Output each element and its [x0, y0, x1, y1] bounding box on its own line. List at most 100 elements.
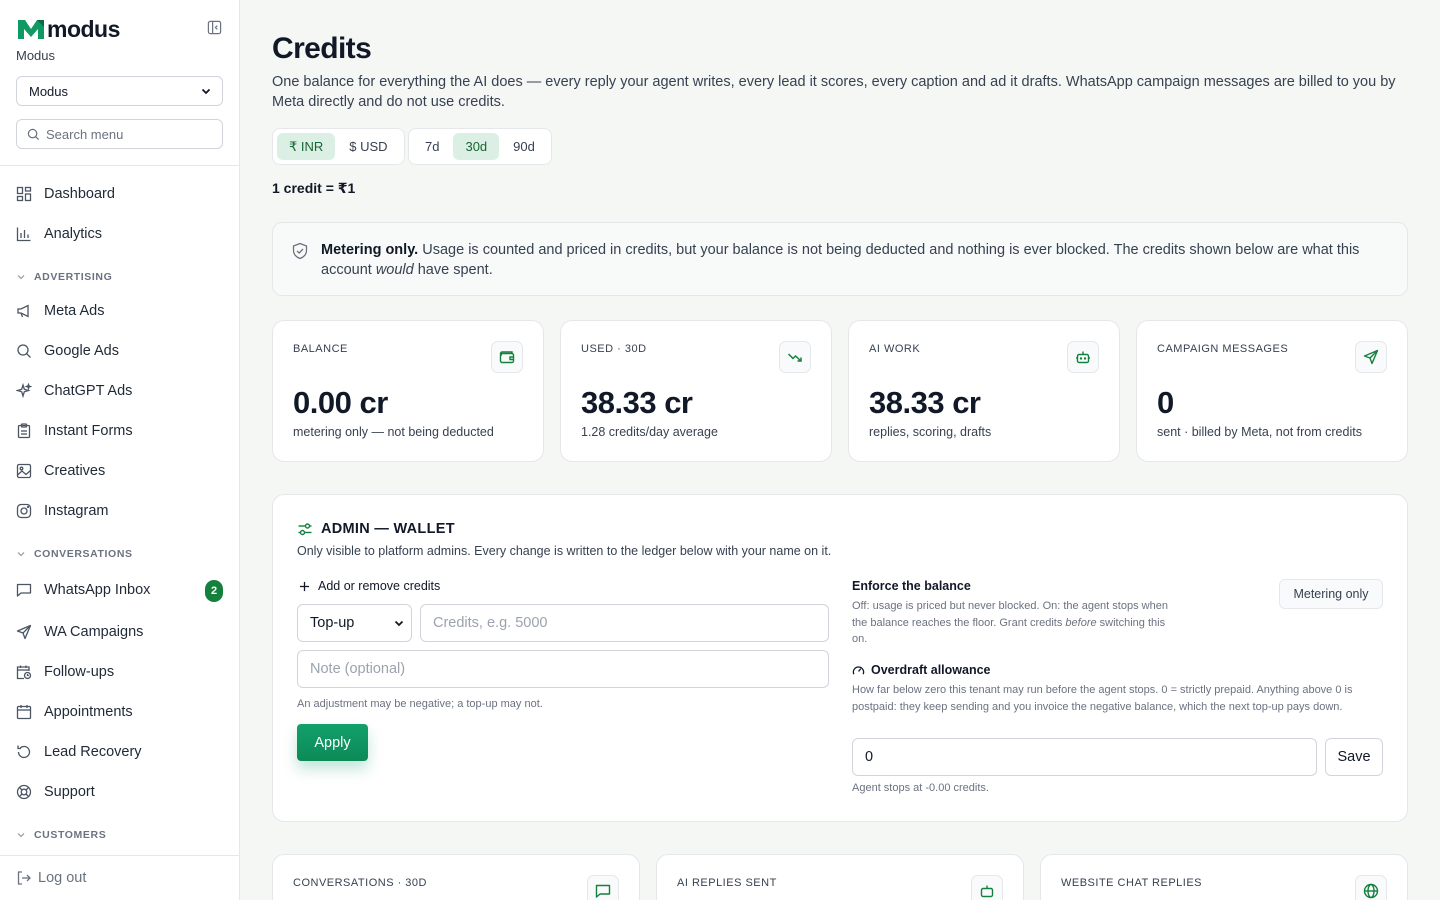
stat-card-website-chat: WEBSITE CHAT REPLIES — [1040, 854, 1408, 900]
credit-rate: 1 credit = ₹1 — [272, 180, 356, 196]
chevron-down-icon — [17, 275, 25, 280]
org-select[interactable]: Modus — [16, 76, 223, 106]
chevron-down-icon — [17, 833, 25, 838]
stat-subtitle: sent · billed by Meta, not from credits — [1157, 425, 1362, 439]
metering-only-toggle[interactable]: Metering only — [1279, 579, 1383, 609]
notice-text: Metering only. Usage is counted and pric… — [321, 240, 1381, 280]
logout-button[interactable]: Log out — [16, 866, 86, 890]
calendar-clock-icon — [16, 665, 32, 680]
sparkles-icon — [16, 383, 32, 399]
modus-logo-icon — [18, 20, 44, 39]
sidebar-divider — [0, 855, 239, 856]
sidebar-item-analytics[interactable]: Analytics — [16, 219, 223, 249]
sidebar-item-label: Creatives — [44, 463, 106, 479]
sidebar-item-lead-recovery[interactable]: Lead Recovery — [16, 737, 223, 767]
collapse-sidebar-icon[interactable] — [207, 20, 222, 35]
currency-usd-button[interactable]: $ USD — [337, 133, 399, 160]
sliders-icon — [298, 523, 312, 536]
search-menu[interactable] — [16, 119, 223, 149]
currency-inr-button[interactable]: ₹ INR — [277, 133, 336, 160]
metering-notice: Metering only. Usage is counted and pric… — [272, 222, 1408, 296]
stat-value: 0.00 cr — [293, 385, 388, 420]
sidebar-item-wa-campaigns[interactable]: WA Campaigns — [16, 617, 223, 647]
stat-label: CONVERSATIONS · 30D — [293, 877, 427, 889]
credits-amount-input[interactable] — [420, 604, 829, 642]
stat-value: 38.33 cr — [581, 385, 693, 420]
sidebar-item-meta-ads[interactable]: Meta Ads — [16, 296, 223, 326]
sidebar-item-creatives[interactable]: Creatives — [16, 456, 223, 486]
add-remove-label: Add or remove credits — [318, 579, 441, 593]
sidebar-item-google-ads[interactable]: Google Ads — [16, 336, 223, 366]
life-buoy-icon — [16, 784, 32, 800]
sidebar-item-label: Dashboard — [44, 186, 115, 202]
stat-value: 38.33 cr — [869, 385, 981, 420]
enforce-balance-description: Off: usage is priced but never blocked. … — [852, 598, 1172, 648]
wallet-header: ADMIN — WALLET — [297, 521, 455, 537]
sidebar-item-label: Meta Ads — [44, 303, 105, 319]
brand-logo[interactable]: modus — [16, 16, 120, 42]
stat-subtitle: metering only — not being deducted — [293, 425, 494, 439]
agent-stops-hint: Agent stops at -0.00 credits. — [852, 782, 989, 794]
stat-card-ai-work: AI WORK 38.33 cr replies, scoring, draft… — [848, 320, 1120, 462]
org-select-value: Modus — [29, 83, 69, 99]
sidebar-item-label: WhatsApp Inbox — [44, 582, 151, 598]
sidebar-item-label: Follow-ups — [44, 664, 115, 680]
stat-label: CAMPAIGN MESSAGES — [1157, 343, 1289, 355]
sidebar-section-conversations[interactable]: CONVERSATIONS — [16, 546, 133, 562]
send-icon — [16, 624, 32, 640]
adjustment-type-select[interactable]: Top-up — [297, 604, 412, 642]
section-label: CONVERSATIONS — [34, 548, 133, 560]
wallet-title: ADMIN — WALLET — [321, 521, 455, 537]
sidebar-item-support[interactable]: Support — [16, 777, 223, 807]
page-title: Credits — [272, 32, 372, 65]
enforce-balance-title: Enforce the balance — [852, 579, 971, 593]
page-description: One balance for everything the AI does —… — [272, 74, 1396, 110]
sidebar-item-follow-ups[interactable]: Follow-ups — [16, 657, 223, 687]
range-30d-button[interactable]: 30d — [453, 133, 500, 160]
sidebar-item-instagram[interactable]: Instagram — [16, 496, 223, 526]
message-square-icon — [16, 583, 32, 597]
stat-card-campaign-messages: CAMPAIGN MESSAGES 0 sent · billed by Met… — [1136, 320, 1408, 462]
stat-card-used: USED · 30D 38.33 cr 1.28 credits/day ave… — [560, 320, 832, 462]
sidebar-item-chatgpt-ads[interactable]: ChatGPT Ads — [16, 376, 223, 406]
dashboard-icon — [16, 186, 32, 202]
admin-wallet-panel: ADMIN — WALLET Only visible to platform … — [272, 494, 1408, 822]
notice-part-2: have spent. — [413, 262, 493, 278]
megaphone-icon — [17, 304, 29, 318]
sidebar-item-label: WA Campaigns — [44, 624, 144, 640]
chevron-down-icon — [17, 552, 25, 557]
section-label: ADVERTISING — [34, 271, 113, 283]
sidebar-item-label: Instagram — [44, 503, 109, 519]
note-input[interactable] — [297, 650, 829, 688]
plus-icon — [299, 581, 310, 591]
overdraft-input[interactable] — [852, 738, 1317, 776]
wallet-description: Only visible to platform admins. Every c… — [297, 544, 832, 558]
apply-button[interactable]: Apply — [297, 724, 368, 761]
add-remove-credits-title: Add or remove credits — [299, 579, 440, 593]
trending-down-icon — [779, 341, 811, 373]
clipboard-icon — [17, 423, 31, 439]
search-icon — [17, 344, 31, 358]
range-toggle: 7d 30d 90d — [408, 128, 552, 165]
stat-card-conversations: CONVERSATIONS · 30D — [272, 854, 640, 900]
sidebar-item-instant-forms[interactable]: Instant Forms — [16, 416, 223, 446]
message-square-icon — [587, 875, 619, 900]
image-icon — [16, 463, 32, 479]
sidebar: modus Modus Modus Dashboard Analytics AD… — [0, 0, 240, 900]
calendar-icon — [16, 705, 32, 720]
shield-check-icon — [292, 242, 308, 260]
search-menu-input[interactable] — [46, 126, 206, 142]
sidebar-item-dashboard[interactable]: Dashboard — [16, 179, 223, 209]
range-7d-button[interactable]: 7d — [413, 133, 451, 160]
sidebar-section-customers[interactable]: CUSTOMERS — [16, 827, 106, 843]
sidebar-item-label: Instant Forms — [44, 423, 133, 439]
sidebar-item-appointments[interactable]: Appointments — [16, 697, 223, 727]
sidebar-item-whatsapp-inbox[interactable]: WhatsApp Inbox 2 — [16, 575, 223, 605]
range-90d-button[interactable]: 90d — [501, 133, 547, 160]
stat-label: AI REPLIES SENT — [677, 877, 777, 889]
save-overdraft-button[interactable]: Save — [1325, 738, 1383, 776]
unread-badge: 2 — [205, 580, 223, 602]
enforce-desc-italic: before — [1065, 616, 1097, 629]
sidebar-item-label: Appointments — [44, 704, 133, 720]
sidebar-section-advertising[interactable]: ADVERTISING — [16, 269, 112, 285]
